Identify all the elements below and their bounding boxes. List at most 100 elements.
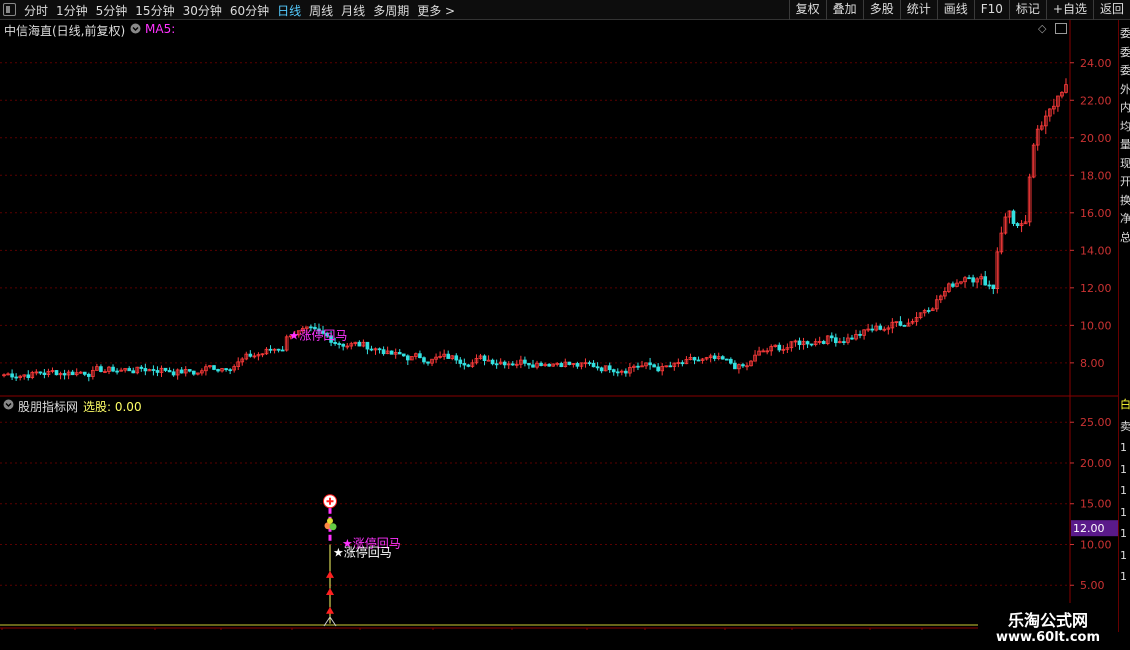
candle-body xyxy=(809,343,814,346)
candle-body xyxy=(898,321,903,326)
candle-body xyxy=(422,357,426,363)
candle-body xyxy=(696,359,701,362)
strip-label: 1 xyxy=(1120,570,1127,583)
candle-body xyxy=(369,348,374,351)
candle-body xyxy=(692,357,697,361)
candle-body xyxy=(268,348,273,351)
indicator-collapse-icon[interactable] xyxy=(3,399,14,413)
strip-label: 委 xyxy=(1120,64,1130,77)
price-tick-label: 20.00 xyxy=(1080,132,1112,145)
candle-body xyxy=(539,362,543,367)
maximize-icon[interactable] xyxy=(1055,23,1067,34)
price-tick-label: 22.00 xyxy=(1080,94,1112,107)
candle-body xyxy=(983,276,988,286)
candle-body xyxy=(14,376,18,379)
candle-body xyxy=(741,364,745,367)
strip-label: 卖 xyxy=(1120,419,1130,433)
strip-label: 换 xyxy=(1120,193,1130,207)
candle-body xyxy=(668,365,673,368)
candle-body xyxy=(490,359,495,365)
signal-arrow-icon xyxy=(326,606,334,614)
candle-body xyxy=(834,337,838,344)
candle-body xyxy=(615,371,620,374)
candle-body xyxy=(191,370,196,375)
candle-body xyxy=(62,373,67,376)
watermark: 乐淘公式网 www.60lt.com xyxy=(978,603,1118,650)
candle-body xyxy=(720,356,725,360)
candle-body xyxy=(248,353,253,357)
candle-body xyxy=(276,348,281,351)
price-tick-label: 14.00 xyxy=(1080,244,1112,257)
candle-body xyxy=(341,343,346,347)
candle-body xyxy=(333,341,337,344)
strip-label: 1 xyxy=(1120,548,1127,562)
signal-arrow-icon xyxy=(326,587,334,595)
indicator-tick-label: 10.00 xyxy=(1080,538,1112,551)
right-info-strip: 委委委外内均量现开换净总白卖1111111 xyxy=(1118,20,1130,632)
candle-body xyxy=(42,372,47,376)
candle-body xyxy=(26,374,31,378)
candle-body xyxy=(559,363,564,368)
candle-body xyxy=(587,362,592,365)
indicator-name: 股朋指标网 xyxy=(18,400,79,414)
strip-label: 委 xyxy=(1120,45,1130,59)
price-tick-label: 12.00 xyxy=(1080,282,1112,295)
candle-body xyxy=(607,365,612,371)
strip-label: 1 xyxy=(1120,505,1127,519)
candle-body xyxy=(724,358,729,361)
candle-body xyxy=(179,369,184,374)
candle-body xyxy=(1015,223,1020,227)
strip-label: 均 xyxy=(1120,119,1130,133)
price-chart[interactable]: 24.00 22.00 20.00 18.00 16.00 14.00 12.00 10.00… xyxy=(0,0,1118,630)
candle-body xyxy=(171,371,176,376)
candle-body xyxy=(648,362,652,366)
candle-body xyxy=(454,355,459,361)
candle-body xyxy=(216,369,220,372)
candle-body xyxy=(527,362,531,366)
indicator-tick-label: 5.00 xyxy=(1080,579,1105,592)
candle-body xyxy=(599,367,604,372)
candle-body xyxy=(531,364,535,368)
candle-body xyxy=(397,352,402,355)
strip-label: 现 xyxy=(1120,156,1130,170)
candle-body xyxy=(87,373,91,377)
diamond-icon[interactable]: ◇ xyxy=(1038,22,1046,35)
price-tick-label: 8.00 xyxy=(1080,357,1105,370)
candle-body xyxy=(418,353,422,359)
indicator-annotation-white: ★涨停回马 xyxy=(333,545,392,560)
collapse-ma-icon[interactable] xyxy=(130,22,141,36)
candle-body xyxy=(575,363,580,367)
candle-body xyxy=(829,335,834,339)
main-annotation-label: ★涨停回马 xyxy=(289,327,348,342)
candle-body xyxy=(139,366,144,369)
candle-body xyxy=(494,363,499,366)
candle-body xyxy=(365,341,370,350)
candle-body xyxy=(797,340,802,346)
strip-label: 1 xyxy=(1120,527,1127,540)
candle-body xyxy=(967,277,971,280)
candle-body xyxy=(228,369,232,372)
candle-body xyxy=(405,355,410,361)
candle-body xyxy=(805,341,810,345)
candle-body xyxy=(777,344,782,351)
candle-body xyxy=(131,370,136,374)
candle-body xyxy=(446,353,450,359)
candle-body xyxy=(510,363,515,366)
candle-body xyxy=(224,368,228,371)
candle-body xyxy=(466,364,471,367)
candle-body xyxy=(1011,210,1016,224)
candle-body xyxy=(54,370,59,376)
candle-body xyxy=(143,368,148,372)
strip-label: 开 xyxy=(1120,175,1130,188)
candle-body xyxy=(482,355,487,361)
indicator-tick-label: 20.00 xyxy=(1080,457,1112,470)
candle-body xyxy=(502,361,507,366)
candle-body xyxy=(381,349,386,355)
candle-body xyxy=(656,366,660,372)
strip-label: 1 xyxy=(1120,441,1127,454)
candle-body xyxy=(426,361,430,364)
candle-body xyxy=(636,365,640,368)
candle-body xyxy=(212,365,216,370)
candle-body xyxy=(870,328,874,331)
candle-body xyxy=(858,333,862,336)
